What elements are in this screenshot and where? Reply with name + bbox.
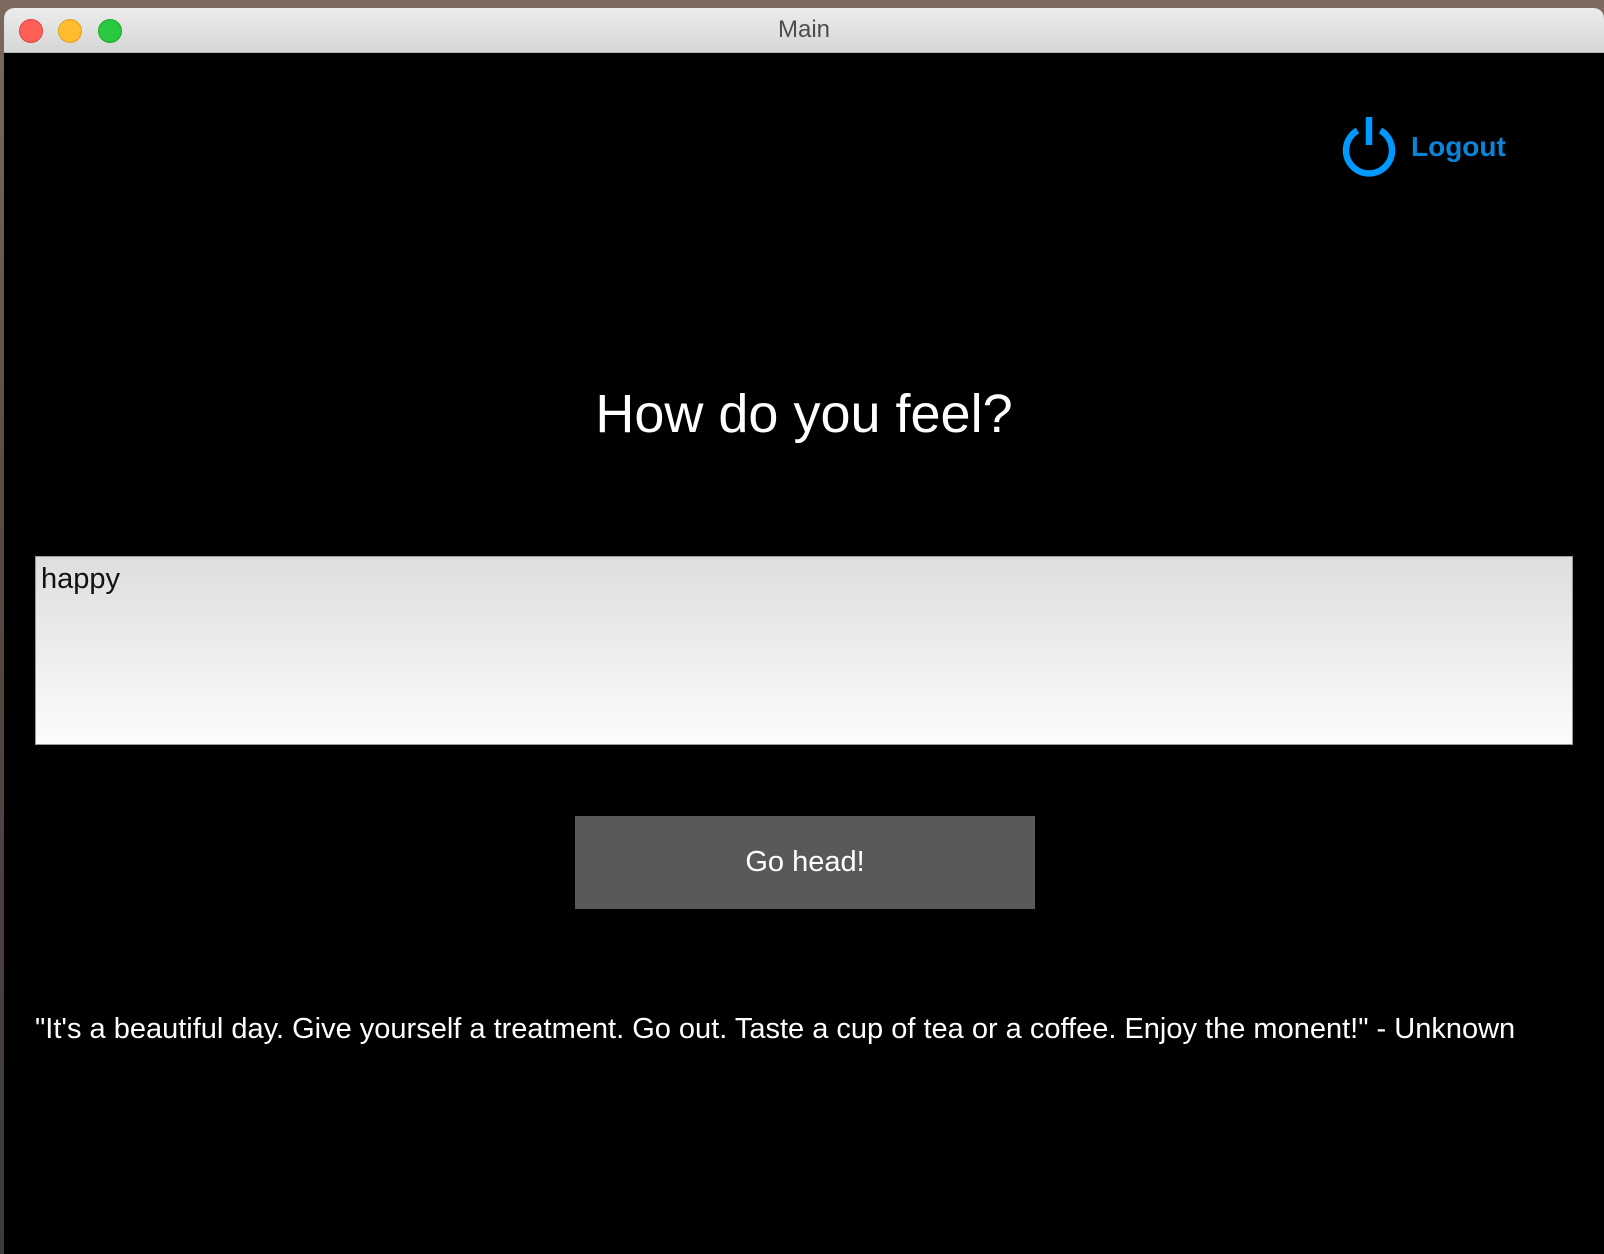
page-heading: How do you feel? <box>595 384 1013 444</box>
main-content: Logout How do you feel? Go head! "It's a… <box>4 53 1604 1254</box>
logout-label[interactable]: Logout <box>1411 131 1506 163</box>
mood-input[interactable] <box>35 556 1573 745</box>
window-title: Main <box>777 16 831 43</box>
power-icon[interactable] <box>1337 115 1401 179</box>
quote-text: "It's a beautiful day. Give yourself a t… <box>35 1013 1516 1045</box>
title-bar[interactable]: Main <box>4 8 1604 53</box>
app-window: Main Logout How do you feel? Go head! "I… <box>4 8 1604 1254</box>
logout-button[interactable]: Logout <box>1337 115 1506 179</box>
go-ahead-button[interactable]: Go head! <box>575 816 1035 909</box>
